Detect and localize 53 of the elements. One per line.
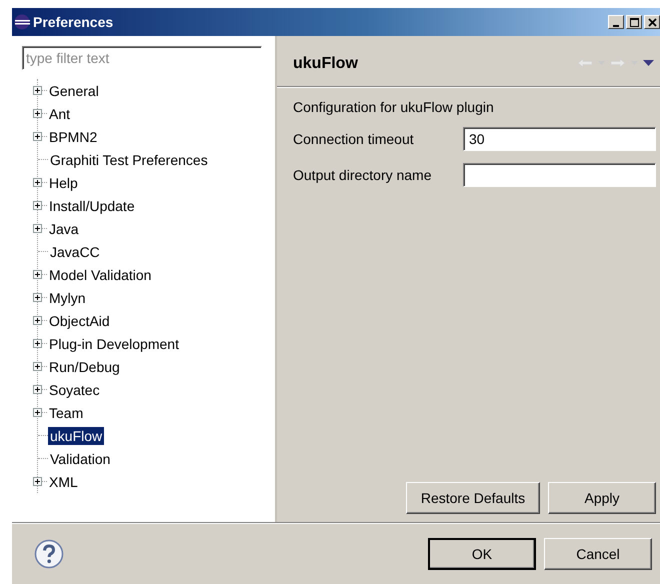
page-button[interactable]: Apply [548, 482, 656, 514]
tree-item[interactable]: BPMN2 [47, 128, 100, 146]
tree-item[interactable]: Ant [47, 104, 72, 122]
tree-item[interactable]: XML [47, 472, 80, 490]
expand-icon[interactable] [33, 293, 42, 302]
dialog-button[interactable]: Cancel [544, 538, 652, 570]
tree-item[interactable]: ukuFlow [48, 426, 104, 444]
tree-item[interactable]: Help [47, 174, 80, 192]
window-title: Preferences [33, 14, 114, 30]
expand-icon[interactable] [33, 109, 42, 118]
minimize-button[interactable] [608, 15, 624, 29]
expand-icon[interactable] [33, 408, 42, 417]
tree-item[interactable]: Graphiti Test Preferences [48, 150, 210, 168]
tree-item[interactable]: Model Validation [47, 266, 154, 284]
tree-item[interactable]: JavaCC [48, 242, 102, 260]
expand-icon[interactable] [33, 270, 42, 279]
tree-item[interactable]: Install/Update [47, 196, 137, 214]
expand-icon[interactable] [33, 316, 42, 325]
globe-icon [14, 14, 30, 30]
tree-item[interactable]: Run/Debug [47, 358, 122, 376]
expand-icon[interactable] [33, 201, 42, 210]
tree-item[interactable]: General [47, 82, 101, 100]
expand-icon[interactable] [33, 477, 42, 486]
page-title: ukuFlow [293, 54, 359, 73]
close-icon [648, 18, 656, 26]
help-icon[interactable] [34, 538, 64, 568]
expand-icon[interactable] [33, 178, 42, 187]
maximize-button[interactable] [626, 15, 642, 29]
expand-icon[interactable] [33, 224, 42, 233]
dialog-button[interactable]: OK [428, 538, 536, 570]
page-description: Configuration for ukuFlow plugin [293, 99, 495, 117]
text-field[interactable] [463, 163, 656, 187]
field-label: Output directory name [293, 167, 433, 183]
expand-icon[interactable] [33, 132, 42, 141]
expand-icon[interactable] [33, 86, 42, 95]
tree-item[interactable]: Team [47, 404, 86, 422]
expand-icon[interactable] [33, 339, 42, 348]
text-field[interactable]: 30 [463, 127, 656, 151]
tree-item[interactable]: Java [47, 220, 81, 238]
maximize-icon [630, 18, 638, 26]
page-button[interactable]: Restore Defaults [406, 482, 540, 514]
tree-item[interactable]: Soyatec [47, 380, 102, 398]
tree-item[interactable]: Plug-in Development [47, 334, 181, 352]
expand-icon[interactable] [33, 385, 42, 394]
close-button[interactable] [644, 15, 660, 29]
tree-item[interactable]: ObjectAid [47, 312, 112, 330]
filter-field[interactable]: type filter text [22, 46, 262, 70]
tree-item[interactable]: Mylyn [47, 288, 88, 306]
menu-icon[interactable] [643, 60, 654, 66]
tree-item[interactable]: Validation [48, 450, 112, 468]
expand-icon[interactable] [33, 362, 42, 371]
minimize-icon [613, 24, 619, 26]
field-label: Connection timeout [293, 131, 415, 147]
